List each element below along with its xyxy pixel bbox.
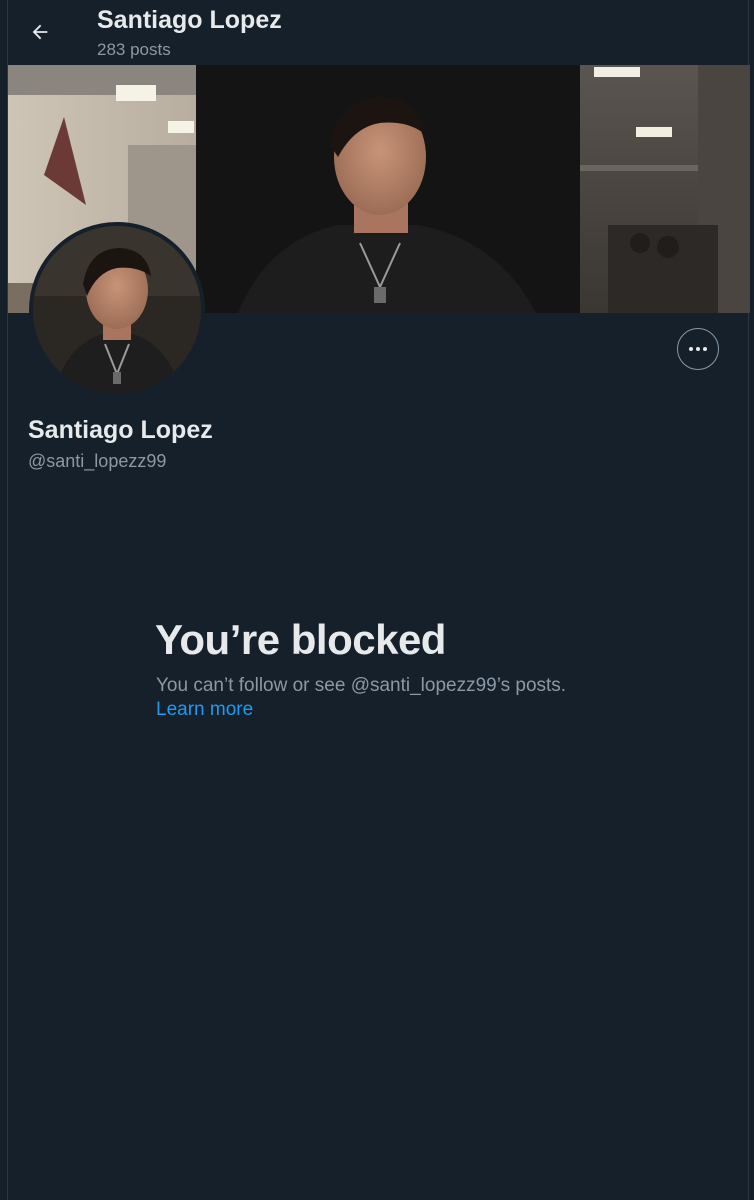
profile-handle: @santi_lopezz99 xyxy=(28,451,167,471)
more-options-button[interactable] xyxy=(677,328,719,370)
header-title: Santiago Lopez xyxy=(97,6,282,34)
profile-name: Santiago Lopez xyxy=(28,416,213,444)
back-button[interactable] xyxy=(22,14,58,50)
more-horizontal-icon xyxy=(689,347,707,351)
post-count: 283 posts xyxy=(97,40,171,59)
learn-more-link[interactable]: Learn more xyxy=(156,699,253,721)
more-dot xyxy=(696,347,700,351)
profile-header: Santiago Lopez 283 posts xyxy=(8,0,748,65)
more-dot xyxy=(689,347,693,351)
blocked-description: You can’t follow or see @santi_lopezz99’… xyxy=(156,675,567,696)
profile-page: Santiago Lopez 283 posts Santiago Lopez … xyxy=(7,0,750,1200)
avatar-image xyxy=(33,226,201,394)
blocked-title: You’re blocked xyxy=(155,616,446,663)
more-dot xyxy=(703,347,707,351)
profile-avatar[interactable] xyxy=(29,222,205,398)
arrow-left-icon xyxy=(32,24,48,40)
